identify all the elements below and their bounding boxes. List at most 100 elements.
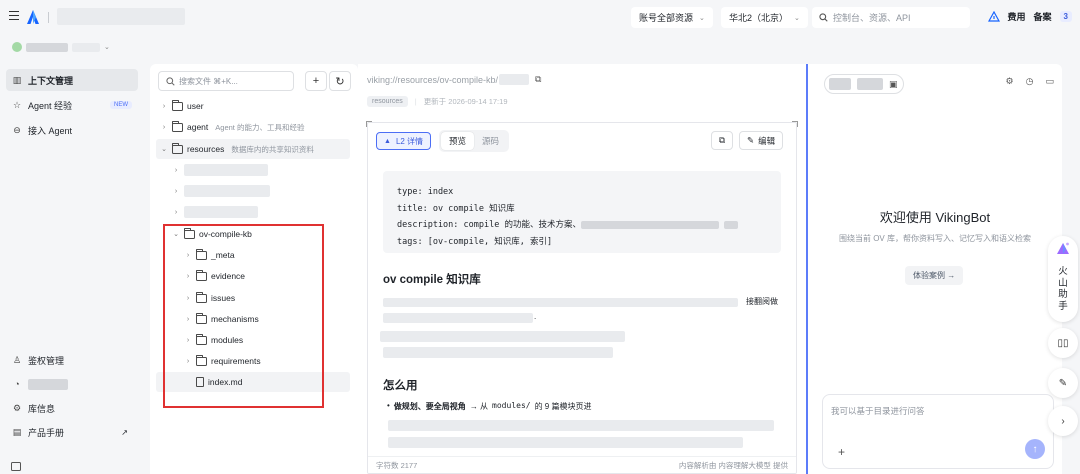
frontmatter-code-block: type: index title: ov compile 知识库 descri… — [383, 171, 781, 253]
tab-preview[interactable]: 预览 — [441, 132, 475, 150]
chevron-down-icon: ⌄ — [794, 14, 800, 22]
l2-label: L2 详情 — [395, 136, 424, 146]
redacted-text — [388, 437, 743, 448]
plus-icon[interactable]: + — [838, 445, 845, 459]
chevron-right-icon: › — [174, 208, 178, 216]
tree-item-user[interactable]: › user — [160, 96, 204, 116]
menu-icon[interactable] — [9, 11, 19, 21]
fees-link[interactable]: 费用 — [1008, 10, 1026, 23]
search-icon — [166, 76, 175, 86]
chat-toolbar: ⚙ ◷ ▭ — [1006, 76, 1054, 87]
nav-product-manual[interactable]: ▤ 产品手册 ↗ — [6, 421, 138, 443]
folder-open-icon — [172, 142, 183, 154]
copy-icon[interactable]: ⧉ — [535, 74, 541, 85]
redacted-label — [184, 164, 268, 176]
folder-icon — [172, 120, 183, 132]
refresh-button[interactable]: ↻ — [329, 71, 351, 91]
nav-label-redacted — [28, 378, 68, 390]
edit-label: 编辑 — [758, 135, 776, 146]
region-dropdown[interactable]: 华北2（北京） ⌄ — [721, 7, 808, 28]
chat-session-selector[interactable]: ▣ — [824, 74, 904, 94]
copy-button[interactable]: ⧉ — [711, 131, 733, 150]
send-icon[interactable]: ↑ — [1025, 439, 1045, 459]
paragraph-text: . — [534, 312, 537, 321]
redacted-label — [184, 206, 258, 218]
tab-source[interactable]: 源码 — [474, 132, 507, 150]
resource-path: viking://resources/ov-compile-kb/ — [367, 74, 499, 85]
nav-label: Agent 经验 — [28, 100, 73, 111]
view-mode-toggle: 预览 源码 — [439, 130, 510, 152]
note-edit-icon: ✎ — [1058, 377, 1068, 389]
notes-button[interactable]: ✎ — [1048, 368, 1078, 398]
tree-item-redacted[interactable]: › — [172, 181, 270, 201]
corner-mark — [366, 121, 372, 127]
docs-button[interactable]: ▯▯ — [1048, 328, 1078, 358]
global-search-input[interactable]: 控制台、资源、API — [812, 7, 970, 28]
user-switcher[interactable]: ⌄ — [12, 42, 110, 52]
book-open-icon: ▯▯ — [1057, 337, 1069, 349]
settings-icon[interactable]: ⚙ — [1006, 76, 1014, 87]
search-icon — [819, 13, 828, 22]
link-icon: ⊖ — [13, 124, 21, 135]
filing-link[interactable]: 备案 — [1034, 10, 1052, 23]
tree-item-label: agent — [187, 122, 209, 132]
bullet-bold-text: 做规划、要全局视角 — [393, 402, 466, 411]
nav-agent-experience[interactable]: ☆ Agent 经验 NEW — [6, 94, 138, 116]
region-label: 华北2（北京） — [729, 13, 789, 23]
pencil-icon: ✎ — [747, 135, 755, 145]
bullet-text: → 从 — [469, 402, 489, 411]
nav-auth-management[interactable]: ♙ 鉴权管理 — [6, 349, 138, 371]
edit-button[interactable]: ✎ 编辑 — [739, 131, 784, 150]
nav-connect-agent[interactable]: ⊖ 接入 Agent — [6, 119, 138, 141]
expand-button[interactable]: › — [1048, 406, 1078, 436]
code-line-tags: tags: [ov-compile, 知识库, 索引] — [397, 236, 553, 247]
document-card: ▲ L2 详情 预览 源码 ⧉ ✎ 编辑 type: index title: … — [367, 122, 797, 474]
redacted-text — [580, 220, 719, 229]
tree-item-redacted[interactable]: › — [172, 202, 258, 222]
redacted-text — [383, 347, 613, 358]
file-search-input[interactable]: 搜索文件 ⌘+K... — [158, 71, 294, 91]
account-scope-dropdown[interactable]: 账号全部资源 ⌄ — [631, 7, 713, 28]
footer-note: 内容解析由 内容理解大模型 提供 — [678, 460, 788, 470]
bullet-tail: 的 9 篇模块页进 — [534, 402, 592, 411]
logo-icon[interactable] — [26, 9, 40, 25]
nav-usage[interactable]: ◔ — [6, 373, 138, 395]
redacted-text — [724, 220, 739, 229]
user-id — [72, 42, 100, 52]
welcome-subtitle: 围绕当前 OV 库，帮你资料写入、记忆写入和语义检索 — [838, 234, 1031, 243]
folder-icon — [172, 99, 183, 111]
history-icon[interactable]: ◷ — [1026, 76, 1034, 87]
try-examples-button[interactable]: 体验案例 → — [905, 266, 964, 285]
tree-item-redacted[interactable]: › — [172, 160, 268, 180]
resource-tag: resources — [367, 96, 408, 107]
user-name — [26, 42, 68, 52]
chevron-down-icon: ⌄ — [699, 14, 705, 22]
tree-item-resources[interactable]: ⌄ resources 数据库内的共享知识资料 — [160, 139, 314, 159]
add-file-button[interactable]: + — [305, 71, 327, 91]
paragraph-line: 接翻阅做 — [383, 296, 781, 308]
image-icon: ▣ — [889, 78, 898, 89]
redacted-text — [380, 331, 625, 342]
chat-input[interactable]: 我可以基于目录进行问答 + ↑ — [822, 394, 1054, 469]
code-description-text: description: compile 的功能、技术方案、 — [397, 220, 581, 230]
chevron-down-icon: ⌄ — [161, 146, 167, 153]
nav-context-management[interactable]: ▥ 上下文管理 — [6, 69, 138, 91]
assistant-logo-icon — [1057, 242, 1069, 254]
nav-label: 产品手册 — [28, 427, 65, 438]
new-chat-icon[interactable]: ▭ — [1045, 76, 1054, 87]
chevron-down-icon: ⌄ — [104, 44, 110, 51]
notification-badge[interactable]: 3 — [1059, 11, 1072, 22]
l2-details-button[interactable]: ▲ L2 详情 — [376, 132, 432, 150]
upgrade-icon[interactable] — [987, 11, 1000, 22]
document-footer: 字符数 2177 内容解析由 内容理解大模型 提供 — [368, 456, 796, 473]
collapse-sidebar-icon[interactable] — [11, 462, 21, 471]
assistant-label: 火山助手 — [1058, 266, 1068, 312]
volcano-assistant-button[interactable]: 火山助手 — [1048, 236, 1078, 322]
redacted-label — [184, 185, 270, 197]
nav-label: 鉴权管理 — [28, 355, 65, 366]
doc-icon: ▤ — [12, 426, 22, 437]
logo-divider — [48, 12, 49, 23]
chevron-right-icon: › — [162, 123, 166, 131]
nav-library-info[interactable]: ⚙ 库信息 — [6, 397, 138, 419]
tree-item-agent[interactable]: › agent Agent 的能力、工具和经验 — [160, 117, 304, 137]
